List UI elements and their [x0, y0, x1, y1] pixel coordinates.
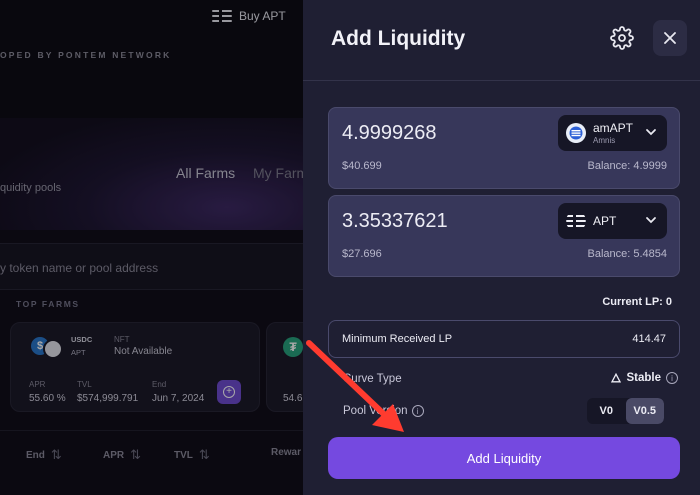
add-liquidity-button[interactable]: Add Liquidity — [328, 437, 680, 479]
amount-input-box[interactable]: 4.9999268 $40.699 Balance: 4.9999 amAPT … — [328, 107, 680, 189]
aptos-icon — [566, 214, 586, 228]
amnis-icon — [566, 123, 586, 143]
amount-input-box[interactable]: 3.35337621 $27.696 Balance: 5.4854 APT — [328, 195, 680, 277]
version-v0-option[interactable]: V0 — [587, 398, 626, 424]
current-lp: Current LP: 0 — [602, 296, 672, 308]
amount-input[interactable]: 3.35337621 — [342, 210, 448, 233]
close-button[interactable] — [653, 20, 687, 56]
minimum-received-box: Minimum Received LP 414.47 — [328, 320, 680, 358]
amount-input[interactable]: 4.9999268 — [342, 122, 437, 145]
info-icon[interactable]: i — [411, 405, 424, 417]
modal-overlay[interactable] — [0, 0, 303, 495]
token-symbol: APT — [593, 214, 617, 228]
triangle-icon — [611, 373, 622, 383]
curve-type-value: Stable i — [611, 372, 678, 384]
version-v05-option[interactable]: V0.5 — [625, 398, 664, 424]
curve-type-label: Curve Type — [343, 373, 402, 385]
usd-value: $27.696 — [342, 248, 382, 260]
balance-text: Balance: 4.9999 — [587, 160, 667, 172]
add-liquidity-panel: Add Liquidity 4.9999268 $40.699 Balance:… — [303, 0, 700, 495]
balance-text: Balance: 5.4854 — [587, 248, 667, 260]
gear-icon[interactable] — [610, 26, 634, 50]
minimum-received-value: 414.47 — [632, 333, 666, 345]
pool-version-toggle[interactable]: V0 V0.5 — [587, 398, 664, 424]
token-selector[interactable]: APT — [558, 203, 667, 239]
token-subtitle: Amnis — [593, 136, 616, 145]
token-selector[interactable]: amAPT Amnis — [558, 115, 667, 151]
background-page: Buy APT OPED BY PONTEM NETWORK quidity p… — [0, 0, 303, 495]
panel-title: Add Liquidity — [331, 27, 466, 50]
curve-type-text: Stable — [626, 372, 661, 384]
chevron-down-icon — [646, 217, 656, 224]
token-symbol: amAPT — [593, 121, 634, 135]
usd-value: $40.699 — [342, 160, 382, 172]
info-icon[interactable]: i — [666, 372, 678, 384]
pool-version-label: Pool Version i — [343, 405, 424, 417]
chevron-down-icon — [646, 129, 656, 136]
close-icon — [664, 32, 676, 44]
minimum-received-label: Minimum Received LP — [342, 333, 453, 345]
header-divider — [303, 80, 700, 81]
